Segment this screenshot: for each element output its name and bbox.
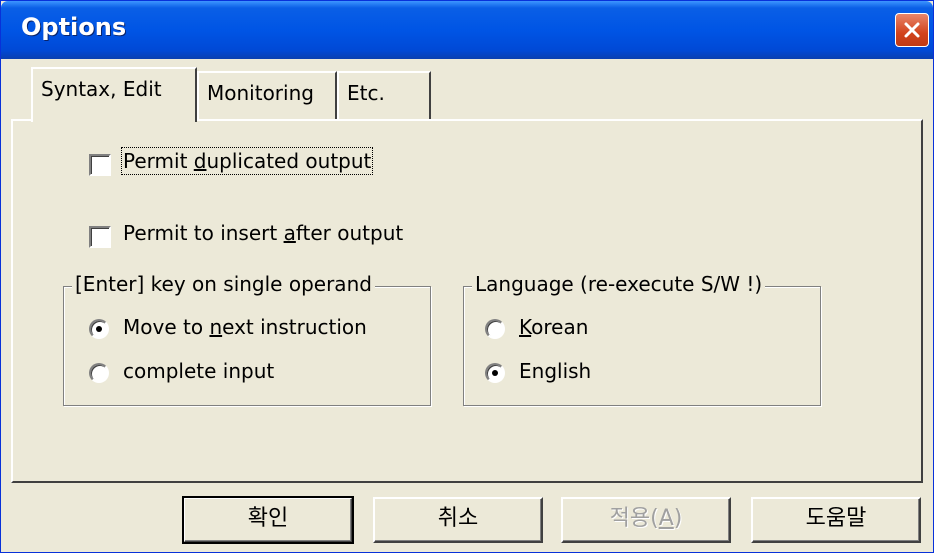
complete-input-label[interactable]: complete input	[123, 359, 274, 383]
permit-duplicated-output-checkbox[interactable]	[89, 154, 111, 176]
label-text: uplicated output	[206, 149, 372, 173]
help-button[interactable]: 도움말	[751, 497, 921, 543]
move-next-instruction-label[interactable]: Move to next instruction	[123, 315, 367, 339]
label-text: 적용(	[609, 506, 659, 531]
english-radio[interactable]	[485, 363, 505, 383]
tab-etc[interactable]: Etc.	[337, 71, 431, 119]
ok-button[interactable]: 확인	[182, 496, 354, 544]
close-button[interactable]	[895, 13, 929, 47]
tab-monitoring-label: Monitoring	[207, 81, 314, 105]
label-text: Permit to insert	[123, 221, 284, 245]
move-next-instruction-radio[interactable]	[89, 319, 109, 339]
complete-input-radio[interactable]	[89, 363, 109, 383]
options-dialog: Options Syntax, Edit Monitoring Etc. Per…	[0, 0, 934, 553]
label-text: Permit	[123, 149, 194, 173]
tab-etc-label: Etc.	[347, 81, 385, 105]
permit-insert-after-output-label[interactable]: Permit to insert after output	[123, 221, 403, 245]
permit-insert-after-output-checkbox[interactable]	[89, 226, 111, 248]
enter-key-group-title: [Enter] key on single operand	[72, 272, 375, 296]
english-label[interactable]: English	[519, 359, 591, 383]
language-group-title: Language (re-execute S/W !)	[472, 272, 766, 296]
accelerator-key: A	[658, 506, 674, 531]
tab-syntax-edit[interactable]: Syntax, Edit	[31, 67, 197, 122]
cancel-button[interactable]: 취소	[373, 497, 543, 543]
close-icon	[904, 22, 920, 38]
label-text: orean	[531, 315, 589, 339]
window-title: Options	[21, 13, 127, 41]
tab-syntax-edit-label: Syntax, Edit	[41, 77, 162, 101]
accelerator-key: a	[283, 221, 296, 245]
korean-label[interactable]: Korean	[519, 315, 588, 339]
korean-radio[interactable]	[485, 319, 505, 339]
apply-button[interactable]: 적용(A)	[561, 497, 731, 543]
label-text: )	[673, 506, 683, 531]
permit-duplicated-output-label[interactable]: Permit duplicated output	[120, 147, 374, 175]
label-text: fter output	[295, 221, 404, 245]
accelerator-key: K	[519, 315, 532, 339]
accelerator-key: d	[193, 149, 207, 173]
label-text: ext instruction	[222, 315, 367, 339]
label-text: Move to	[123, 315, 210, 339]
title-bar[interactable]: Options	[1, 1, 933, 59]
tab-monitoring[interactable]: Monitoring	[197, 71, 337, 119]
accelerator-key: n	[209, 315, 223, 339]
language-group: Language (re-execute S/W !)	[463, 272, 821, 406]
enter-key-group: [Enter] key on single operand	[63, 272, 431, 406]
